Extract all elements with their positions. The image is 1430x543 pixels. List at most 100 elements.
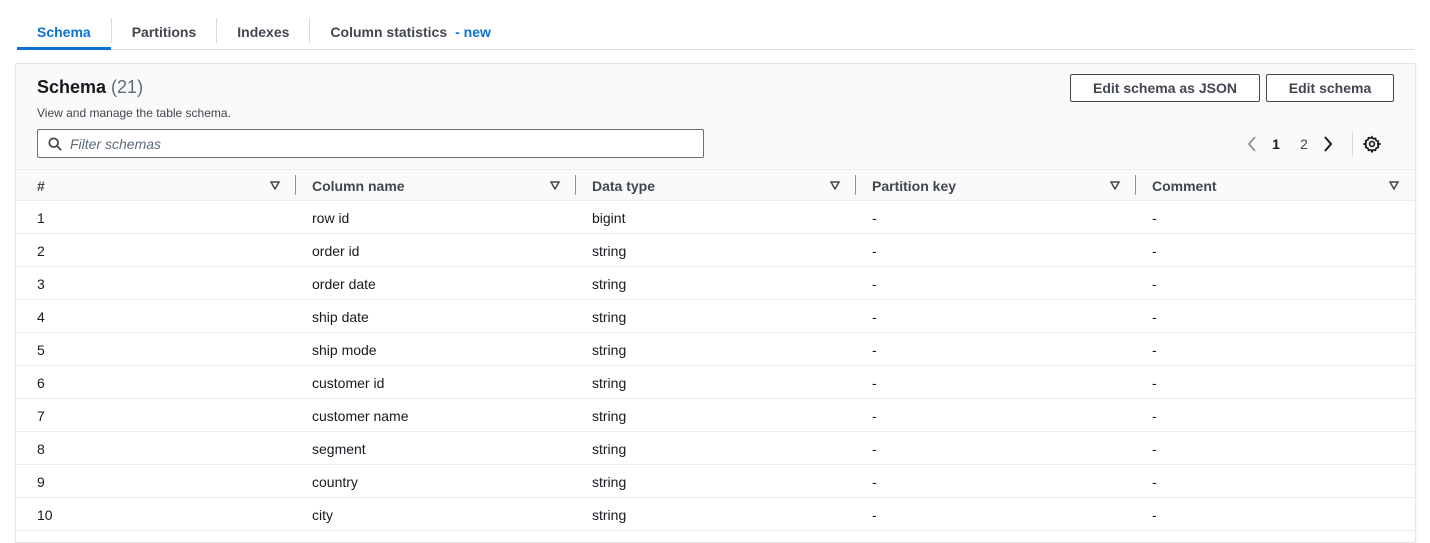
cell-data-type: string [592, 374, 627, 391]
edit-schema-button[interactable]: Edit schema [1266, 74, 1394, 102]
cell-number: 3 [37, 275, 45, 292]
schema-description: View and manage the table schema. [37, 106, 231, 120]
sort-icon[interactable] [1110, 181, 1120, 190]
tab-schema[interactable]: Schema [17, 14, 111, 50]
table-row[interactable]: 2 order id string - - [16, 234, 1415, 267]
cell-number: 6 [37, 374, 45, 391]
schema-container: Schema (21) View and manage the table sch… [15, 63, 1416, 543]
sort-icon[interactable] [830, 181, 840, 190]
cell-data-type: bigint [592, 209, 626, 226]
table-row[interactable]: 9 country string - - [16, 465, 1415, 498]
pagination: 1 2 [1242, 130, 1381, 158]
column-header-label: Column name [312, 177, 405, 194]
cell-data-type: string [592, 341, 627, 358]
table-row[interactable]: 10 city string - - [16, 498, 1415, 531]
cell-number: 4 [37, 308, 45, 325]
cell-number: 5 [37, 341, 45, 358]
pager-divider [1352, 132, 1353, 156]
cell-data-type: string [592, 407, 627, 424]
cell-partition-key: - [872, 506, 877, 523]
cell-partition-key: - [872, 242, 877, 259]
column-header-partition-key[interactable]: Partition key [872, 170, 956, 201]
filter-box [37, 129, 704, 158]
gear-icon [1363, 135, 1381, 153]
column-header-column-name[interactable]: Column name [312, 170, 405, 201]
tab-partitions[interactable]: Partitions [112, 14, 217, 49]
cell-comment: - [1152, 242, 1157, 259]
tab-indexes[interactable]: Indexes [217, 14, 309, 49]
cell-data-type: string [592, 440, 627, 457]
column-header-data-type[interactable]: Data type [592, 170, 655, 201]
cell-number: 8 [37, 440, 45, 457]
page-1-button[interactable]: 1 [1262, 136, 1290, 152]
cell-data-type: string [592, 242, 627, 259]
cell-partition-key: - [872, 473, 877, 490]
cell-partition-key: - [872, 407, 877, 424]
edit-schema-json-button[interactable]: Edit schema as JSON [1070, 74, 1260, 102]
cell-partition-key: - [872, 209, 877, 226]
cell-column-name: ship date [312, 308, 369, 325]
column-divider[interactable] [855, 175, 856, 195]
column-header-label: # [37, 177, 45, 194]
table-row[interactable]: 1 row id bigint - - [16, 201, 1415, 234]
cell-column-name: segment [312, 440, 366, 457]
cell-comment: - [1152, 374, 1157, 391]
new-badge: - new [455, 23, 491, 40]
cell-column-name: row id [312, 209, 350, 226]
column-header-number[interactable]: # [37, 170, 45, 201]
cell-number: 2 [37, 242, 45, 259]
tab-bar: Schema Partitions Indexes Column statist… [17, 14, 1414, 50]
cell-partition-key: - [872, 374, 877, 391]
table-row[interactable]: 3 order date string - - [16, 267, 1415, 300]
cell-number: 10 [37, 506, 53, 523]
sort-icon[interactable] [550, 181, 560, 190]
table-row[interactable]: 8 segment string - - [16, 432, 1415, 465]
cell-partition-key: - [872, 341, 877, 358]
column-divider[interactable] [1135, 175, 1136, 195]
tab-indexes-label: Indexes [237, 23, 290, 40]
cell-comment: - [1152, 440, 1157, 457]
cell-comment: - [1152, 209, 1157, 226]
table-row[interactable]: 7 customer name string - - [16, 399, 1415, 432]
table-row[interactable]: 6 customer id string - - [16, 366, 1415, 399]
cell-partition-key: - [872, 440, 877, 457]
cell-column-name: country [312, 473, 358, 490]
schema-count: (21) [111, 77, 144, 97]
cell-comment: - [1152, 407, 1157, 424]
cell-data-type: string [592, 308, 627, 325]
column-divider[interactable] [295, 175, 296, 195]
filter-schemas-input[interactable] [70, 135, 703, 152]
search-icon [48, 136, 62, 151]
column-header-comment[interactable]: Comment [1152, 170, 1217, 201]
schema-header: Schema (21) View and manage the table sch… [16, 64, 1415, 170]
cell-column-name: ship mode [312, 341, 377, 358]
cell-data-type: string [592, 473, 627, 490]
column-header-label: Data type [592, 177, 656, 194]
page-title: Schema (21) [37, 77, 143, 98]
sort-icon[interactable] [270, 181, 280, 190]
table-header: # Column name Data type Partition key Co… [16, 170, 1415, 201]
preferences-button[interactable] [1363, 135, 1381, 153]
cell-column-name: customer name [312, 407, 409, 424]
table-row[interactable]: 4 ship date string - - [16, 300, 1415, 333]
cell-column-name: city [312, 506, 333, 523]
cell-number: 1 [37, 209, 45, 226]
cell-number: 7 [37, 407, 45, 424]
next-page-button[interactable] [1318, 136, 1338, 152]
cell-column-name: order date [312, 275, 376, 292]
cell-comment: - [1152, 473, 1157, 490]
chevron-left-icon [1247, 136, 1256, 152]
title-text: Schema [37, 77, 107, 97]
tab-column-statistics[interactable]: Column statistics - new [310, 14, 510, 49]
page-2-button[interactable]: 2 [1290, 136, 1318, 152]
previous-page-button[interactable] [1242, 136, 1262, 152]
cell-partition-key: - [872, 308, 877, 325]
cell-comment: - [1152, 506, 1157, 523]
sort-icon[interactable] [1389, 181, 1399, 190]
cell-number: 9 [37, 473, 45, 490]
table-row[interactable]: 5 ship mode string - - [16, 333, 1415, 366]
chevron-right-icon [1324, 136, 1333, 152]
column-divider[interactable] [575, 175, 576, 195]
tab-partitions-label: Partitions [131, 23, 197, 40]
column-header-label: Partition key [872, 177, 957, 194]
